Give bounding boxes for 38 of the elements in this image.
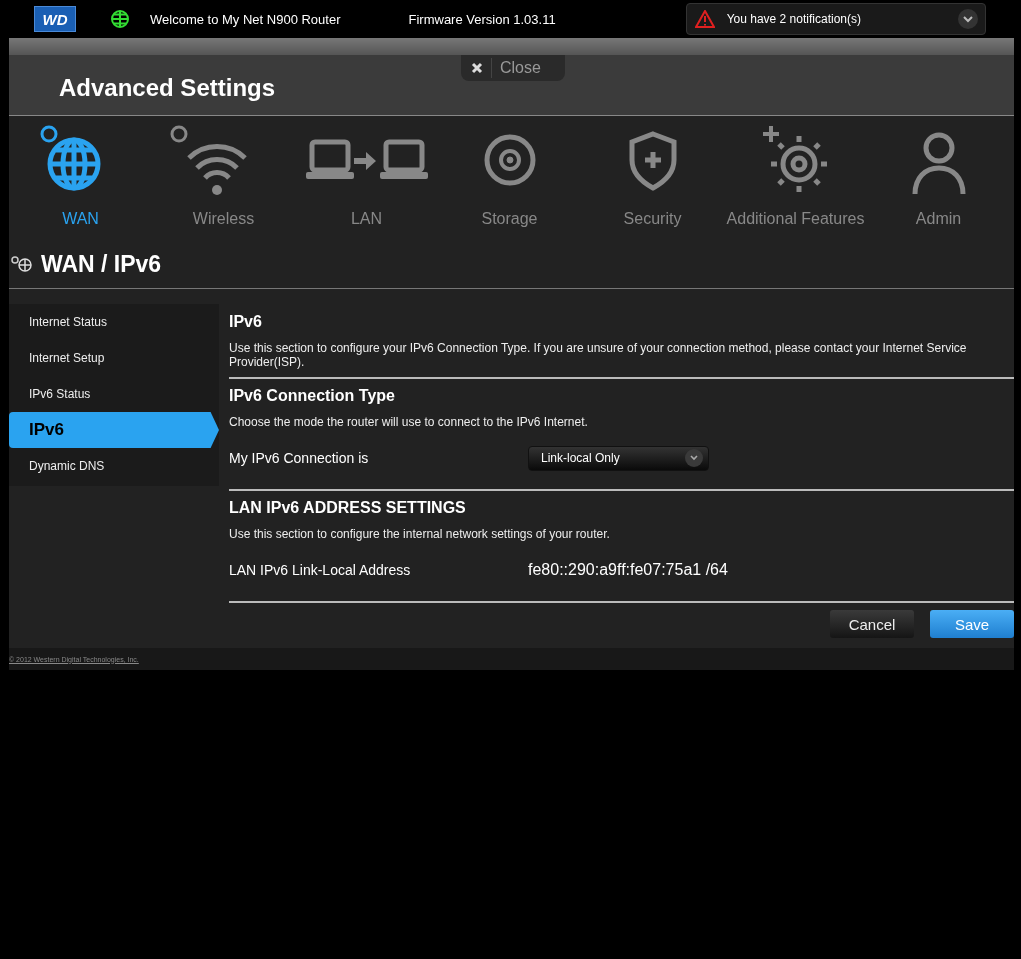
globe-icon <box>110 9 130 29</box>
section-description: Use this section to configure the internal network settings of your router. <box>229 527 611 541</box>
section-title: IPv6 <box>229 313 263 331</box>
nav-tab[interactable]: Security <box>581 120 724 240</box>
section-description: Use this section to configure your IPv6 Connection Type. If you are unsure of your connection method, please contact your Internet Service Provider(ISP). <box>229 341 968 369</box>
field-label: LAN IPv6 Link-Local Address <box>229 562 412 578</box>
nav-tab[interactable]: LAN <box>295 120 438 240</box>
cancel-button[interactable]: Cancel <box>830 610 914 638</box>
connection-dropdown[interactable]: Link-local Only <box>528 445 709 471</box>
sidebar-item[interactable]: Dynamic DNS <box>9 448 219 484</box>
section-description: Choose the mode the router will use to connect to the IPv6 Internet. <box>229 415 589 429</box>
firmware-version: Firmware Version 1.03.11 <box>408 11 556 27</box>
nav-tab[interactable]: Admin <box>867 120 1010 240</box>
warning-icon <box>694 10 715 28</box>
notification-text: You have 2 notification(s) <box>726 12 862 26</box>
sidebar-item[interactable]: IPv6 Status <box>9 376 219 412</box>
nav-tab[interactable]: Additional Features <box>724 120 867 240</box>
page-title: Advanced Settings <box>59 73 276 102</box>
save-button[interactable]: Save <box>930 610 1014 638</box>
logo: WD <box>34 6 76 32</box>
close-icon <box>471 62 483 74</box>
close-button[interactable]: Close <box>461 55 565 81</box>
globe-icon <box>11 256 33 272</box>
field-label: My IPv6 Connection is <box>229 450 370 466</box>
welcome-text: Welcome to My Net N900 Router <box>150 11 341 27</box>
caret-icon[interactable] <box>956 8 979 30</box>
sidebar-item[interactable]: Internet Setup <box>9 340 219 376</box>
notification-bar[interactable]: You have 2 notification(s) <box>685 3 986 35</box>
sidebar-item[interactable]: Internet Status <box>9 304 219 340</box>
sidebar-item[interactable]: IPv6 <box>9 412 219 448</box>
nav-tab[interactable]: Wireless <box>152 120 295 240</box>
section-heading: WAN / IPv6 <box>41 250 162 278</box>
nav-tab[interactable]: WAN <box>9 120 152 240</box>
section-title: IPv6 Connection Type <box>229 387 396 405</box>
section-title: LAN IPv6 ADDRESS SETTINGS <box>229 499 467 517</box>
nav-tab[interactable]: Storage <box>438 120 581 240</box>
address-value: fe80::290:a9ff:fe07:75a1 /64 <box>528 561 728 579</box>
caret-icon <box>684 448 704 468</box>
